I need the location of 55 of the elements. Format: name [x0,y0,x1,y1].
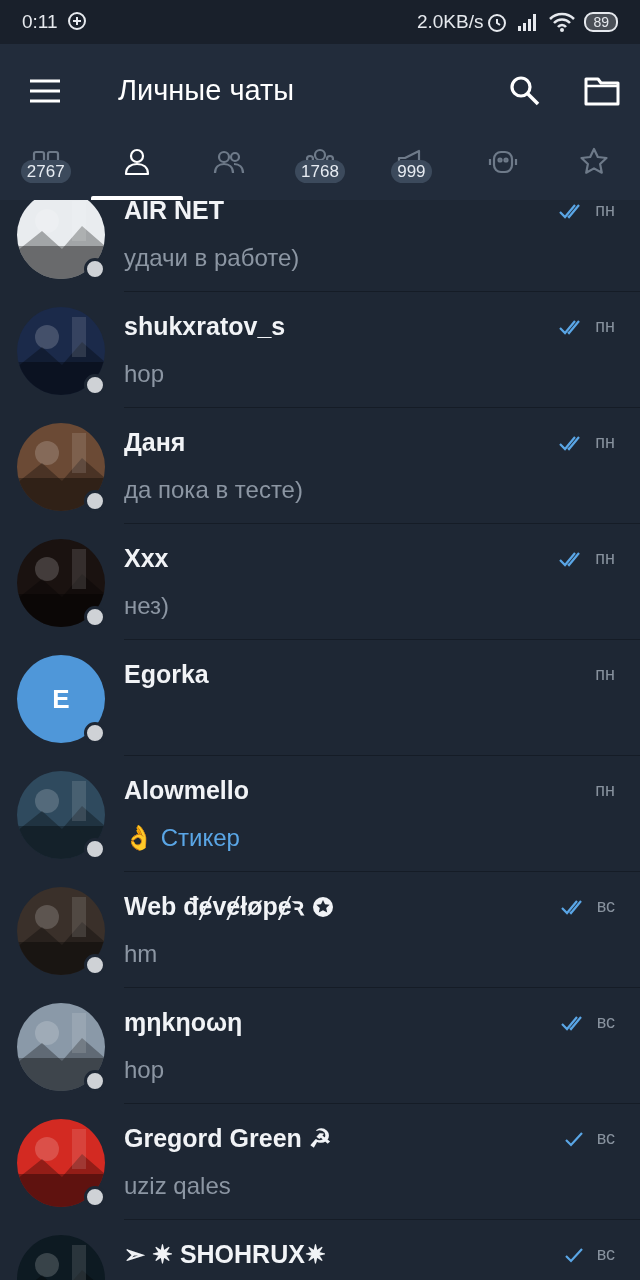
message-preview: hm [124,938,159,969]
menu-button[interactable] [28,78,62,104]
folder-button[interactable] [584,76,620,106]
chat-row[interactable]: Web đɇvɇłøpɇꝛ вс hm [0,872,640,988]
message-preview: удачи в работе) [124,242,301,273]
chat-row[interactable]: shukxratov_s пн hop [0,292,640,408]
chat-time: пн [595,663,615,687]
chat-name: shukxratov_s [124,311,286,342]
alarm-icon [486,11,509,33]
chat-time: вс [596,1127,615,1151]
message-preview: да пока в тесте) [124,474,304,505]
chat-row[interactable]: Xxx пн нез) [0,524,640,640]
filter-tab[interactable]: 999 [365,138,458,200]
chat-row[interactable]: Alowmello пн 👌 Стикер [0,756,640,872]
search-button[interactable] [508,74,542,108]
chat-name: ɱηkηοωη [124,1007,243,1038]
chat-name: Web đɇvɇłøpɇꝛ [124,891,304,922]
wifi-icon [548,11,577,33]
battery-indicator: 89 [584,12,618,32]
chat-row[interactable]: AIR NET пн удачи в работе) [0,200,640,292]
chat-time: пн [595,431,615,455]
filter-tab[interactable]: 2767 [0,138,92,200]
screen-title: Личные чаты [118,73,295,109]
chat-time: пн [595,547,615,571]
clock-text: 0:11 [22,9,58,34]
count-badge: 999 [391,160,432,183]
chat-row[interactable]: E Egorka пн [0,640,640,756]
chat-time: вс [596,1011,615,1035]
filter-tab[interactable]: 1768 [274,138,366,200]
message-preview: нез) [124,590,171,621]
chat-name: Egorka [124,659,209,690]
chat-time: вс [596,1243,615,1267]
chat-time: пн [595,779,615,803]
avatar-circle: E [17,655,105,743]
message-preview: hop [124,1054,166,1085]
chat-name: Gregord Green ☭ [124,1123,331,1154]
count-badge: 2767 [20,160,71,183]
message-preview: uziz qales [124,1170,232,1201]
chat-row[interactable]: ➣ ✷ SHOHRUX✷ вс [0,1220,640,1280]
chat-row[interactable]: Gregord Green ☭ вс uziz qales [0,1104,640,1220]
message-preview: 👌 Стикер [124,822,241,853]
chat-row[interactable]: ɱηkηοωη вс hop [0,988,640,1104]
chat-name: ➣ ✷ SHOHRUX✷ [124,1239,326,1270]
network-speed-text: 2.0KB/s [416,9,484,34]
chat-name: Xxx [124,543,169,574]
chat-time: пн [595,200,615,223]
chat-row[interactable]: Даня пн да пока в тесте) [0,408,640,524]
message-preview: hop [124,358,166,389]
chat-time: вс [596,895,615,919]
chat-time: пн [595,315,615,339]
chat-plus-icon [65,11,88,33]
chat-name: Даня [124,427,186,458]
chat-name: Alowmello [124,775,249,806]
chat-name: AIR NET [124,200,224,226]
count-badge: 1768 [295,160,345,183]
